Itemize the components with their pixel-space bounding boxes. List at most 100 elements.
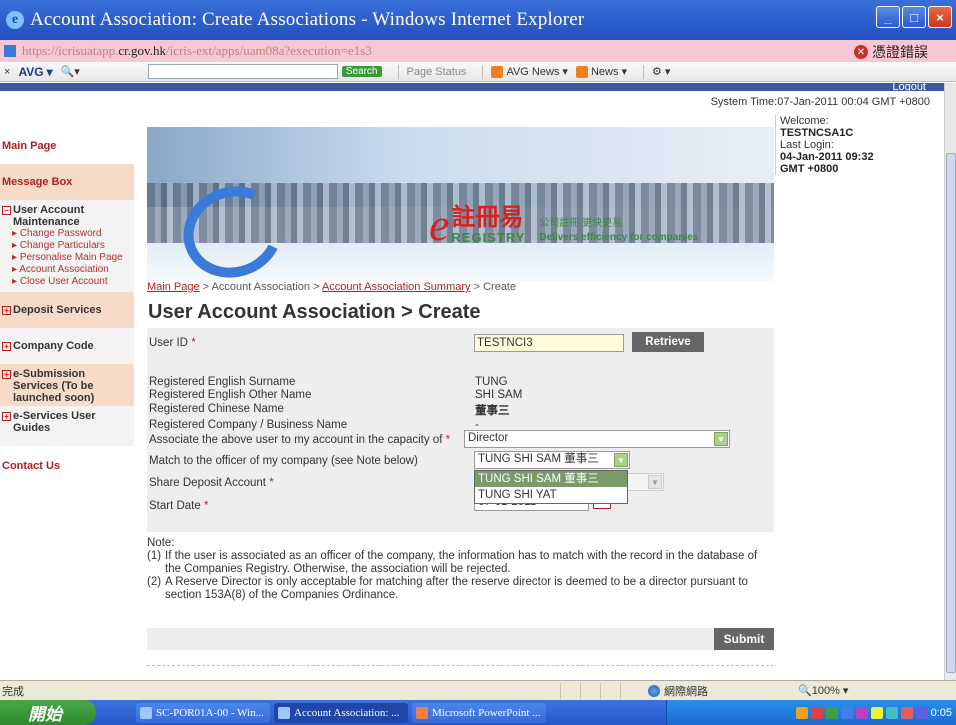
chevron-down-icon[interactable]: ▼ — [614, 453, 628, 467]
breadcrumb-sep: > — [202, 281, 210, 293]
sidebar-subitem-change-particulars[interactable]: ▸ Change Particulars — [2, 240, 132, 252]
sidebar-item-company-code[interactable]: + Company Code — [0, 328, 134, 364]
address-bar[interactable]: https://icrisuatapp. cr.gov.hk/icris-ext/… — [0, 40, 956, 62]
expand-icon: + — [2, 342, 11, 351]
tray-icon[interactable] — [855, 706, 868, 719]
required-mark: * — [269, 477, 274, 489]
certificate-error[interactable]: ✕ 憑證錯誤 — [854, 42, 928, 62]
search-button[interactable]: Search — [341, 66, 382, 77]
label-text: Start Date — [149, 500, 201, 512]
note-number: (2) — [147, 576, 162, 588]
tray-icon[interactable] — [900, 706, 913, 719]
other-name-label: Registered English Other Name — [149, 389, 312, 401]
label-text: Share Deposit Account — [149, 477, 266, 489]
company-name-label: Registered Company / Business Name — [149, 419, 348, 431]
note-text: If the user is associated as an officer … — [165, 550, 758, 575]
minimize-button[interactable]: _ — [876, 6, 900, 28]
zoom-level[interactable]: 🔍100% ▾ — [798, 684, 848, 697]
powerpoint-icon — [416, 706, 428, 719]
association-form: User ID * TESTNCI3 Retrieve Registered E… — [147, 328, 774, 532]
other-name-value: SHI SAM — [475, 389, 523, 401]
sidebar-item-esubmission[interactable]: + e-Submission Services (To be launched s… — [0, 364, 134, 406]
toolbar-close-icon[interactable]: × — [4, 66, 10, 78]
scrollbar-thumb[interactable] — [946, 153, 956, 673]
brand-cn: 註冊易 — [451, 204, 524, 231]
taskbar-item[interactable]: SC-POR01A-00 - Win... — [136, 702, 270, 723]
section-title: Company Code — [13, 340, 94, 352]
start-button[interactable]: 開始 — [0, 700, 96, 725]
subitem-label: Personalise Main Page — [19, 252, 123, 263]
section-title: Deposit Services — [13, 304, 102, 316]
notes: Note: (1) If the user is associated as a… — [147, 537, 774, 602]
tray-icon[interactable] — [810, 706, 823, 719]
page-icon — [4, 45, 16, 57]
match-officer-select[interactable]: TUNG SHI SAM 董事三 ▼ — [474, 451, 630, 469]
avg-label: AVG — [18, 64, 44, 79]
tray-icon[interactable] — [885, 706, 898, 719]
brand-e: e — [429, 199, 450, 250]
task-label: Account Association: ... — [294, 706, 400, 719]
sidebar-subitem-account-association[interactable]: ▸ Account Association — [2, 264, 132, 276]
breadcrumb-sep: > — [313, 281, 320, 293]
dropdown-option[interactable]: TUNG SHI YAT — [475, 487, 627, 503]
sidebar-subitem-personalise[interactable]: ▸ Personalise Main Page — [2, 252, 132, 264]
tray-icon[interactable] — [825, 706, 838, 719]
close-button[interactable]: × — [928, 6, 952, 28]
section-title: e-Services User Guides — [13, 410, 96, 434]
dropdown-option[interactable]: TUNG SHI SAM 董事三 — [475, 471, 627, 487]
sidebar-item-eservices-guides[interactable]: + e-Services User Guides — [0, 406, 134, 446]
ie-icon — [140, 706, 152, 719]
sidebar-item-main-page[interactable]: Main Page — [0, 128, 134, 164]
maximize-button[interactable]: □ — [902, 6, 926, 28]
page-status[interactable]: Page Status — [407, 66, 467, 78]
tray-icon[interactable] — [870, 706, 883, 719]
tray-icon[interactable] — [915, 706, 928, 719]
last-login-value: 04-Jan-2011 09:32 — [780, 151, 874, 163]
breadcrumb-summary[interactable]: Account Association Summary — [322, 281, 471, 293]
clock[interactable]: 0:05 — [931, 707, 952, 719]
page-content: Logout System Time:07-Jan-2011 00:04 GMT… — [0, 83, 944, 680]
globe-icon — [648, 684, 660, 697]
capacity-select[interactable]: Director ▼ — [464, 430, 730, 448]
subitem-label: Close User Account — [19, 276, 108, 287]
breadcrumb: Main Page > Account Association > Accoun… — [147, 281, 516, 293]
taskbar-item[interactable]: Account Association: ... — [274, 702, 408, 723]
search-input[interactable] — [147, 64, 338, 79]
toolbar-options-icon[interactable]: ⚙ ▾ — [652, 65, 670, 78]
match-officer-label: Match to the officer of my company (see … — [149, 455, 418, 467]
tray-icon[interactable] — [795, 706, 808, 719]
match-selected: TUNG SHI SAM 董事三 — [478, 453, 599, 465]
sidebar-item-message-box[interactable]: Message Box — [0, 164, 134, 200]
ie-icon — [278, 706, 290, 719]
avg-menu[interactable]: AVG ▾ — [18, 65, 52, 79]
user-id-input[interactable]: TESTNCI3 — [474, 334, 624, 352]
submit-bar: Submit — [147, 628, 774, 650]
sidebar-subitem-close-account[interactable]: ▸ Close User Account — [2, 276, 132, 288]
chinese-name-label: Registered Chinese Name — [149, 403, 284, 415]
retrieve-button[interactable]: Retrieve — [632, 332, 704, 352]
sidebar-section-user-account: − User Account Maintenance ▸ Change Passw… — [0, 200, 134, 292]
share-deposit-label: Share Deposit Account * — [149, 477, 274, 489]
avg-news-menu[interactable]: AVG News ▾ — [491, 65, 568, 78]
sidebar-item-deposit-services[interactable]: + Deposit Services — [0, 292, 134, 328]
tray-icon[interactable] — [840, 706, 853, 719]
search-icon[interactable]: 🔍▾ — [61, 65, 80, 78]
taskbar-item[interactable]: Microsoft PowerPoint ... — [412, 702, 546, 723]
status-bar: 完成 網際網路 🔍100% ▾ — [0, 680, 956, 700]
chevron-down-icon[interactable]: ▼ — [714, 432, 728, 446]
sidebar-item-user-account[interactable]: − User Account Maintenance — [2, 204, 132, 228]
vertical-scrollbar[interactable] — [944, 83, 956, 680]
expand-icon: + — [2, 370, 11, 379]
security-zone: 網際網路 — [648, 683, 768, 699]
url-prefix: https://icrisuatapp. — [22, 43, 119, 58]
logout-link[interactable]: Logout — [892, 83, 926, 93]
note-text: A Reserve Director is only acceptable fo… — [165, 576, 748, 601]
sidebar-subitem-change-password[interactable]: ▸ Change Password — [2, 228, 132, 240]
breadcrumb-main-page[interactable]: Main Page — [147, 281, 200, 293]
news-menu[interactable]: News ▾ — [575, 65, 627, 78]
subitem-label: Account Association — [19, 264, 109, 275]
sidebar-item-contact-us[interactable]: Contact Us — [0, 446, 134, 486]
page-title: User Account Association > Create — [148, 301, 481, 323]
submit-button[interactable]: Submit — [714, 628, 774, 650]
chevron-down-icon[interactable]: ▼ — [648, 475, 662, 489]
